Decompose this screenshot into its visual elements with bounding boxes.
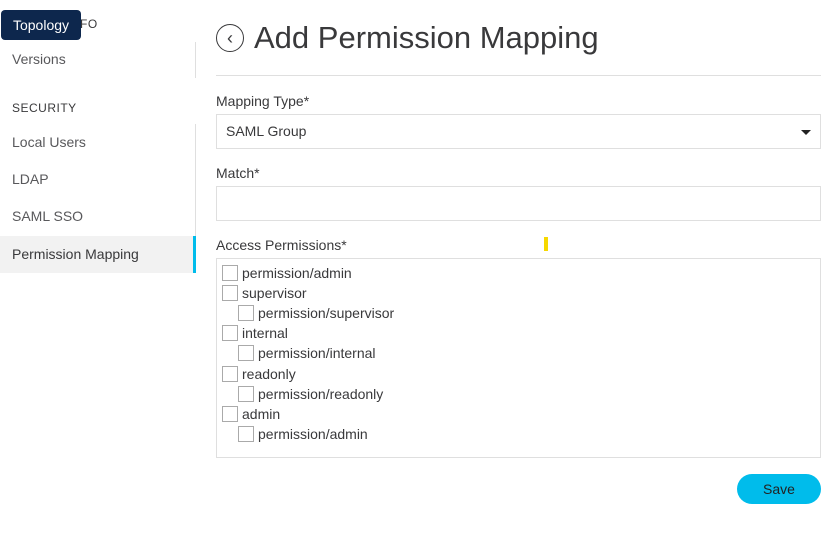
match-label: Match* <box>216 165 260 181</box>
divider <box>195 42 196 78</box>
permission-label: permission/admin <box>242 265 352 282</box>
caret-down-icon <box>801 130 811 135</box>
permission-item[interactable]: permission/admin <box>217 263 820 283</box>
sidebar-item-local-users[interactable]: Local Users <box>0 124 196 161</box>
access-permissions-label: Access Permissions* <box>216 237 347 253</box>
permission-label: permission/supervisor <box>258 305 395 322</box>
access-permissions-tree: permission/admin supervisor permission/sup… <box>216 258 821 458</box>
divider <box>216 75 821 76</box>
checkbox[interactable] <box>238 425 254 442</box>
sidebar-item-ldap[interactable]: LDAP <box>0 161 196 198</box>
permission-item[interactable]: permission/supervisor <box>217 303 820 323</box>
permission-item[interactable]: supervisor <box>217 283 820 303</box>
checkbox[interactable] <box>222 365 238 382</box>
permission-label: permission/readonly <box>258 385 384 402</box>
cursor-marker <box>544 237 548 251</box>
sidebar: FO Versions SECURITY Local Users LDAP SA… <box>0 0 196 547</box>
mapping-type-label: Mapping Type* <box>216 93 310 109</box>
permission-item[interactable]: internal <box>217 323 820 343</box>
checkbox[interactable] <box>238 385 254 402</box>
permission-label: internal <box>242 325 288 342</box>
permission-item[interactable]: permission/readonly <box>217 384 820 404</box>
permission-label: readonly <box>242 365 296 382</box>
match-input[interactable] <box>216 186 821 221</box>
permission-item[interactable]: admin <box>217 404 820 424</box>
checkbox[interactable] <box>238 345 254 362</box>
page-title: Add Permission Mapping <box>254 20 599 55</box>
topology-tooltip: Topology <box>1 10 81 40</box>
checkbox[interactable] <box>222 265 238 282</box>
permission-item[interactable]: readonly <box>217 363 820 383</box>
chevron-left-icon: ‹ <box>227 27 233 48</box>
back-button[interactable]: ‹ <box>216 24 244 52</box>
sidebar-item-permission-mapping[interactable]: Permission Mapping <box>0 236 196 273</box>
checkbox[interactable] <box>222 325 238 342</box>
mapping-type-select[interactable]: SAML Group <box>216 114 821 149</box>
checkbox[interactable] <box>238 305 254 322</box>
checkbox[interactable] <box>222 405 238 422</box>
permission-item[interactable]: permission/internal <box>217 343 820 363</box>
permission-label: permission/admin <box>258 425 368 442</box>
permission-label: supervisor <box>242 285 307 302</box>
info-section-header: FO <box>80 17 98 31</box>
page-header: ‹ Add Permission Mapping <box>216 20 599 56</box>
save-button[interactable]: Save <box>737 474 821 504</box>
checkbox[interactable] <box>222 285 238 302</box>
sidebar-item-versions[interactable]: Versions <box>0 41 196 78</box>
permission-label: permission/internal <box>258 345 376 362</box>
sidebar-item-saml-sso[interactable]: SAML SSO <box>0 198 196 235</box>
security-section-header: SECURITY <box>12 101 77 115</box>
permission-item[interactable]: permission/admin <box>217 424 820 444</box>
permission-label: admin <box>242 405 281 422</box>
mapping-type-value: SAML Group <box>226 123 307 139</box>
